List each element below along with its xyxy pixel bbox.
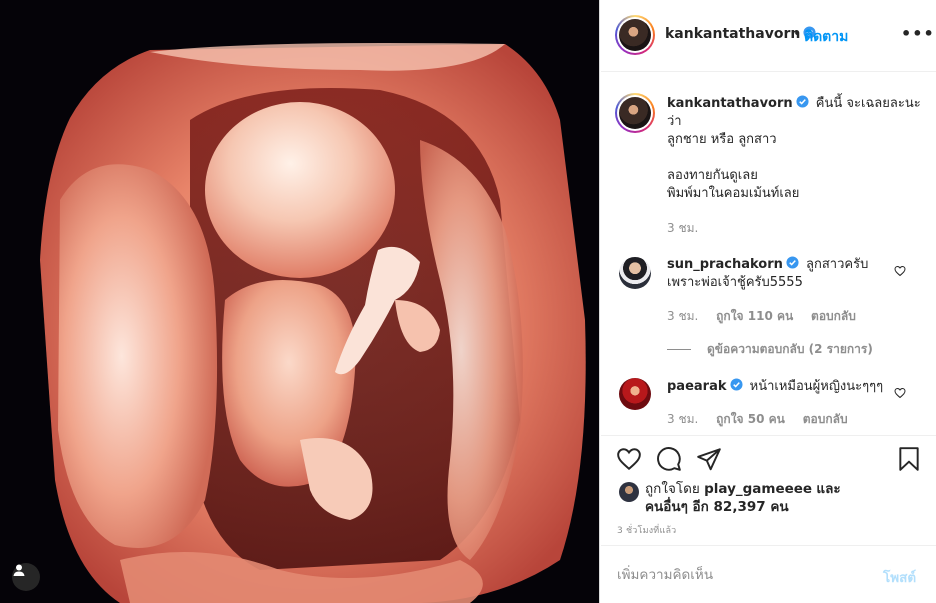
post-comment-button[interactable]: โพสต์ (883, 566, 916, 588)
verified-icon (796, 95, 809, 108)
caption-time[interactable]: 3 ชม. (667, 221, 698, 235)
add-comment-bar: โพสต์ (601, 545, 936, 603)
post-header: kankantathavorn • ติดตาม ••• (601, 0, 936, 72)
comment-like-heart-icon[interactable] (894, 265, 906, 277)
caption-avatar[interactable] (615, 93, 655, 133)
heart-icon[interactable] (616, 446, 642, 472)
commenter-username[interactable]: sun_prachakorn (667, 257, 783, 272)
more-icon[interactable]: ••• (901, 24, 935, 43)
author-avatar[interactable] (615, 15, 655, 55)
caption-text-line1: คืนนี้ จะเฉลยละนะ (815, 96, 921, 111)
likes-others[interactable]: คนอื่นๆ อีก 82,397 คน (645, 499, 789, 515)
comment-like-heart-icon[interactable] (894, 387, 906, 399)
likes-summary: ถูกใจโดย play_gameeee และ คนอื่นๆ อีก 82… (645, 480, 841, 516)
follow-button[interactable]: ติดตาม (804, 26, 848, 48)
view-replies-label: ดูข้อความตอบกลับ (2 รายการ) (707, 342, 873, 356)
commenter-avatar[interactable] (619, 378, 651, 410)
post-side-panel: kankantathavorn • ติดตาม ••• kankantatha… (601, 0, 936, 603)
caption-text-line5: พิมพ์มาในคอมเม้นท์เลย (667, 186, 800, 201)
comment-input[interactable] (617, 565, 867, 585)
post-actions: ถูกใจโดย play_gameeee และ คนอื่นๆ อีก 82… (601, 435, 936, 545)
comment-time[interactable]: 3 ชม. (667, 412, 698, 426)
user-tag-icon (13, 564, 25, 576)
view-replies-button[interactable]: ดูข้อความตอบกลับ (2 รายการ) (667, 340, 873, 359)
author-username[interactable]: kankantathavorn (665, 26, 800, 42)
caption-text-line2: ว่า (667, 114, 682, 129)
bookmark-icon[interactable] (896, 446, 922, 472)
reply-button[interactable]: ตอบกลับ (811, 309, 856, 323)
commenter-avatar[interactable] (619, 257, 651, 289)
comment-text-line2: เพราะพ่อเจ้าชู้ครับ5555 (667, 275, 803, 290)
caption-text-line3: ลูกชาย หรือ ลูกสาว (667, 132, 777, 147)
caption-text-line4: ลองทายกันดูเลย (667, 168, 758, 183)
comments-list[interactable]: kankantathavorn คืนนี้ จะเฉลยละนะ ว่า ลู… (601, 73, 936, 435)
verified-icon (786, 256, 799, 269)
reply-button[interactable]: ตอบกลับ (803, 412, 848, 426)
user-tag-button[interactable] (12, 563, 40, 591)
post-image[interactable] (0, 0, 600, 603)
comment-likes[interactable]: ถูกใจ 110 คน (716, 309, 793, 323)
likes-prefix: ถูกใจโดย (645, 481, 700, 497)
comment-icon[interactable] (656, 446, 682, 472)
caption-username[interactable]: kankantathavorn (667, 96, 793, 111)
comment-text-line1: ลูกสาวครับ (806, 257, 869, 272)
commenter-username[interactable]: paearak (667, 379, 727, 394)
separator-dot: • (793, 26, 802, 42)
comment-likes[interactable]: ถูกใจ 50 คน (716, 412, 785, 426)
share-icon[interactable] (696, 446, 722, 472)
likes-and: และ (816, 481, 841, 497)
divider (667, 349, 691, 350)
verified-icon (729, 378, 743, 391)
comment-time[interactable]: 3 ชม. (667, 309, 698, 323)
comment-text-line1: หน้าเหมือนผู้หญิงนะๆๆๆ (749, 379, 884, 394)
ultrasound-image (40, 43, 586, 603)
liker-username[interactable]: play_gameeee (704, 481, 812, 497)
post-timestamp[interactable]: 3 ชั่วโมงที่แล้ว (617, 523, 676, 537)
liker-avatar[interactable] (619, 482, 639, 502)
